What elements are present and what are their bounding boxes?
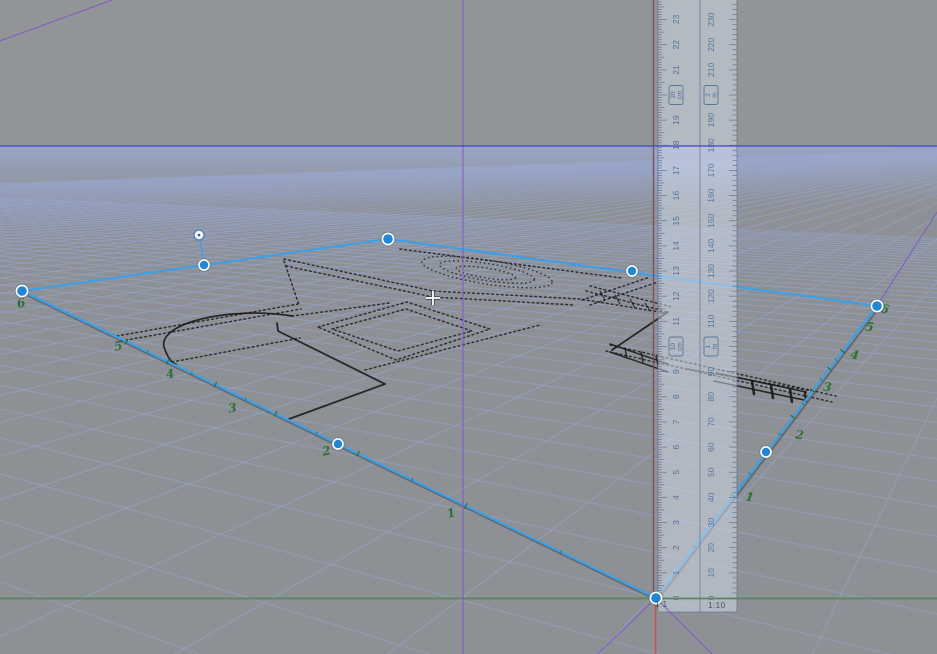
ruler-number: 3 <box>671 520 681 525</box>
ruler-scale-1to1: 1:1 <box>655 600 668 609</box>
ruler-number: 17 <box>671 165 681 175</box>
ruler-tool[interactable]: 012345678910cm11121314151617181920cm2122… <box>657 0 738 613</box>
ruler-number: 220 <box>706 37 716 51</box>
ruler-number: 4 <box>671 495 681 500</box>
measure-number: 2 <box>793 427 804 442</box>
ruler-number: 50 <box>706 467 716 477</box>
measure-number: 3 <box>823 380 833 395</box>
ruler-number: 230 <box>706 12 716 26</box>
ruler-number: 30 <box>706 518 716 528</box>
ruler-number: 110 <box>706 314 716 328</box>
ruler-number: 150 <box>706 213 716 227</box>
ruler-scale-1to10: 1:10 <box>708 601 726 610</box>
ruler-number: 15 <box>671 216 681 226</box>
ruler-number: 6 <box>671 444 681 449</box>
ruler-number: 210 <box>706 62 716 76</box>
ruler-number: 20 <box>706 543 716 553</box>
svg-text:m: m <box>712 92 719 97</box>
ruler-number: 8 <box>671 394 681 399</box>
ruler-number: 16 <box>671 191 681 201</box>
cad-3d-viewport[interactable]: 123456123456 012345678910cm1112131415161… <box>0 0 937 654</box>
corner-handle[interactable] <box>17 286 27 296</box>
corner-handle[interactable] <box>872 301 882 311</box>
ruler-number: 80 <box>706 392 716 402</box>
ruler-number: 11 <box>671 317 681 326</box>
rotate-handle[interactable] <box>197 233 201 237</box>
ruler-number: 190 <box>706 113 716 127</box>
ruler-number: 160 <box>706 188 716 202</box>
ruler-number: 19 <box>671 115 681 125</box>
ruler-number: 1 <box>671 570 681 575</box>
ruler-number: 7 <box>671 419 681 424</box>
ruler-number: 22 <box>671 40 681 50</box>
midpoint-handle[interactable] <box>627 266 637 276</box>
ruler-number: 10 <box>706 568 716 578</box>
svg-text:cm: cm <box>677 342 684 351</box>
svg-text:m: m <box>712 344 719 349</box>
midpoint-handle[interactable] <box>199 260 209 270</box>
ruler-number: 14 <box>671 241 681 251</box>
ruler-number: 2 <box>671 545 681 550</box>
ruler-number: 12 <box>671 291 681 301</box>
ruler-number: 21 <box>671 65 681 75</box>
corner-handle[interactable] <box>383 234 393 244</box>
ruler-number: 90 <box>706 367 716 377</box>
midpoint-handle[interactable] <box>333 439 343 449</box>
ruler-number: 23 <box>671 15 681 25</box>
svg-text:cm: cm <box>677 91 684 100</box>
ruler-number: 60 <box>706 442 716 452</box>
ruler-number: 13 <box>671 266 681 276</box>
midpoint-handle[interactable] <box>761 447 771 457</box>
ruler-number: 170 <box>706 163 716 177</box>
ruler-number: 40 <box>706 492 716 502</box>
ruler-number: 9 <box>671 369 681 374</box>
ruler-number: 70 <box>706 417 716 427</box>
ruler-number: 140 <box>706 239 716 253</box>
ruler-number: 5 <box>671 470 681 475</box>
ruler-number: 120 <box>706 289 716 303</box>
ruler-number: 18 <box>671 140 681 150</box>
ruler-number: 130 <box>706 264 716 278</box>
horizon-density-band <box>0 146 937 206</box>
ruler-number: 180 <box>706 138 716 152</box>
